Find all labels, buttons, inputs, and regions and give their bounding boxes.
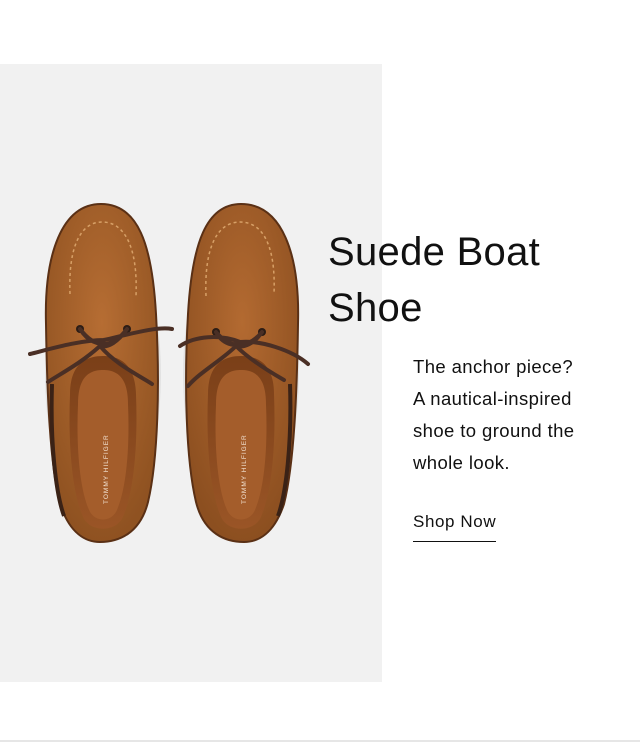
insole-brand-right: TOMMY HILFIGER	[241, 434, 248, 504]
product-image-panel[interactable]: TOMMY HILFIGER TOMMY HILFIGER	[0, 64, 382, 682]
left-shoe: TOMMY HILFIGER	[28, 202, 174, 544]
description-line: The anchor piece?	[413, 356, 574, 377]
product-title: Suede Boat Shoe	[328, 224, 628, 336]
product-title-line: Shoe	[328, 286, 423, 330]
description-line: A nautical-inspired	[413, 388, 572, 409]
shop-now-link[interactable]: Shop Now	[413, 512, 497, 542]
description-line: shoe to ground the	[413, 420, 575, 441]
right-shoe: TOMMY HILFIGER	[178, 202, 310, 544]
description-line: whole look.	[413, 452, 510, 473]
insole-brand-left: TOMMY HILFIGER	[103, 434, 110, 504]
product-description: The anchor piece? A nautical-inspired sh…	[413, 351, 623, 479]
product-title-line: Suede Boat	[328, 230, 541, 274]
suede-boat-shoes-image: TOMMY HILFIGER TOMMY HILFIGER	[28, 202, 310, 544]
